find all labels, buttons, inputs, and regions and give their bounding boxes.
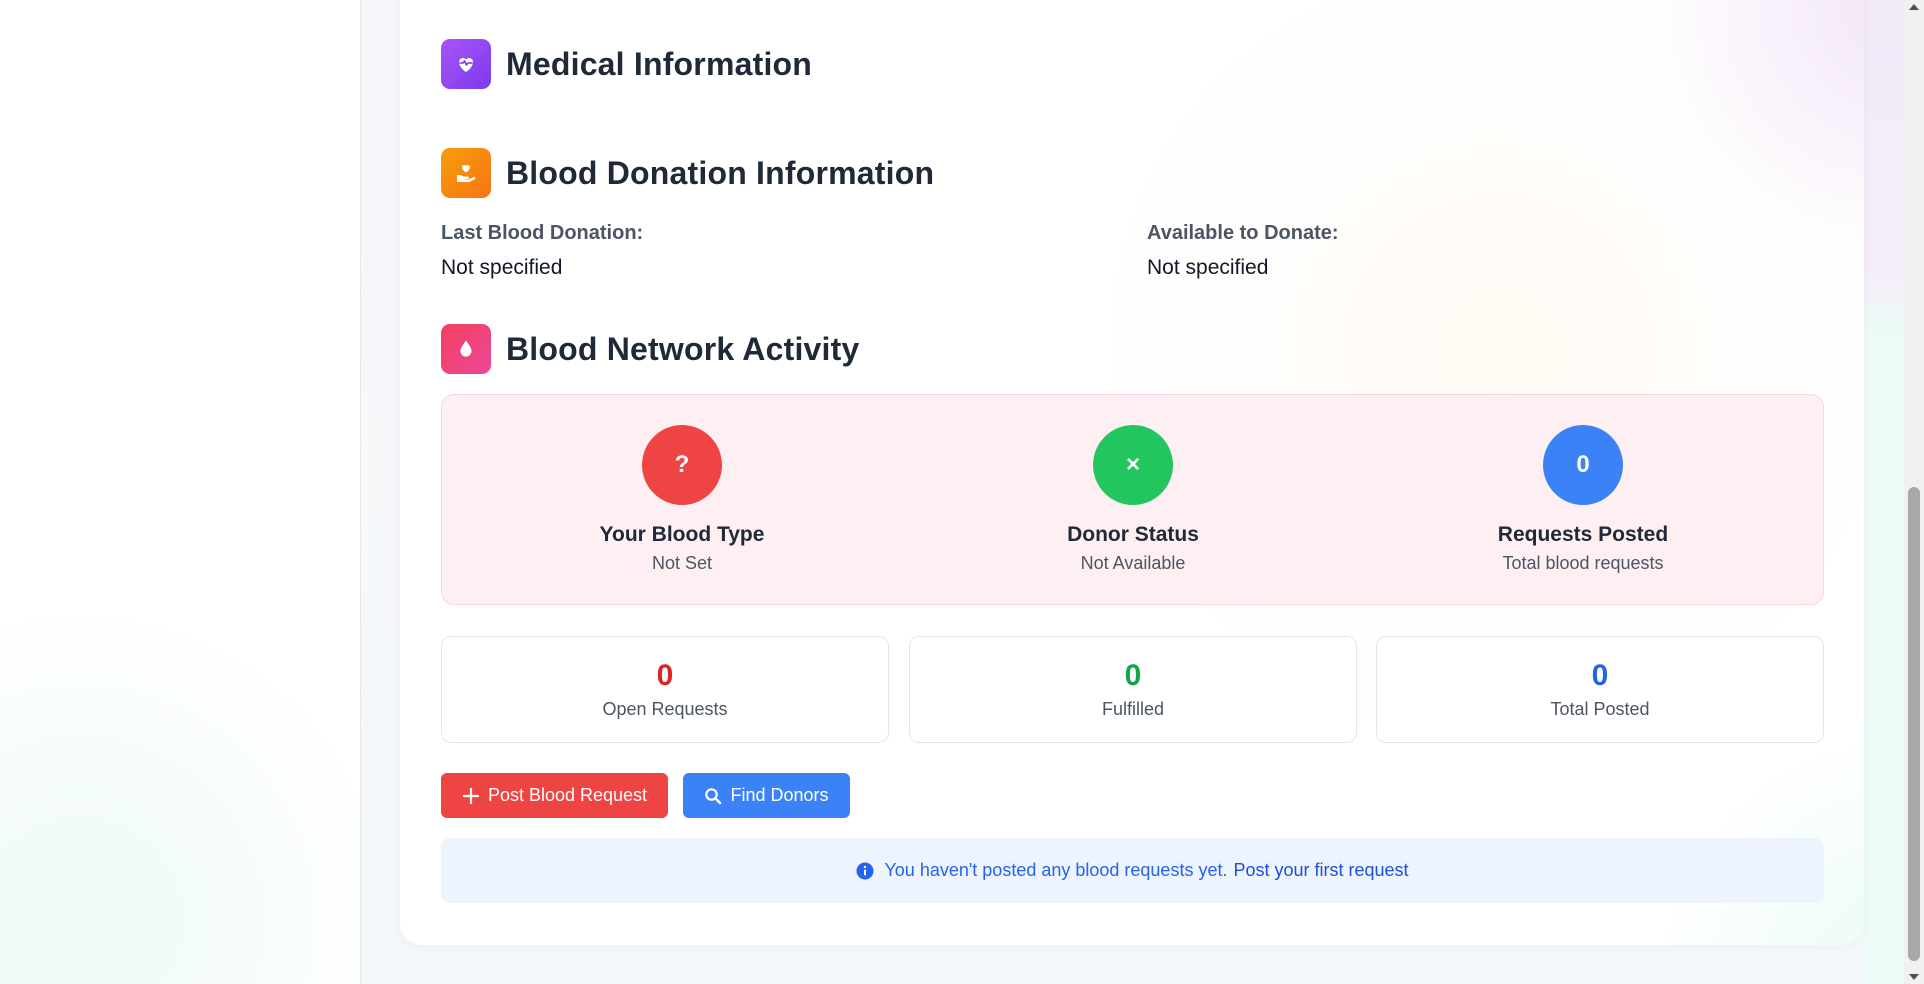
blood-type-stat: ? Your Blood Type Not Set xyxy=(532,425,832,574)
requests-posted-sub: Total blood requests xyxy=(1502,553,1664,573)
total-posted-label: Total Posted xyxy=(1550,699,1650,719)
total-posted-count: 0 xyxy=(1591,659,1609,692)
requests-posted-circle: 0 xyxy=(1543,425,1623,505)
activity-section-title: Blood Network Activity xyxy=(506,330,860,367)
post-first-request-link[interactable]: Post your first request xyxy=(1233,860,1408,881)
notice-text: You haven't posted any blood requests ye… xyxy=(884,860,1228,880)
open-requests-card: 0 Open Requests xyxy=(441,636,889,743)
activity-summary: ? Your Blood Type Not Set × Donor Status… xyxy=(441,394,1824,605)
fulfilled-label: Fulfilled xyxy=(1101,699,1165,719)
find-donors-label: Find Donors xyxy=(730,785,829,805)
blood-type-title: Your Blood Type xyxy=(599,523,765,546)
left-pane xyxy=(0,0,360,984)
donor-status-circle: × xyxy=(1093,425,1173,505)
post-blood-request-button[interactable]: Post Blood Request xyxy=(441,773,668,818)
outer-glow xyxy=(1864,0,1904,984)
post-blood-request-label: Post Blood Request xyxy=(487,785,648,805)
fulfilled-count: 0 xyxy=(1124,659,1142,692)
donor-status-title: Donor Status xyxy=(1067,523,1199,546)
find-donors-button[interactable]: Find Donors xyxy=(683,773,850,818)
donor-status-stat: × Donor Status Not Available xyxy=(983,425,1283,574)
requests-posted-stat: 0 Requests Posted Total blood requests xyxy=(1433,425,1733,574)
heart-pulse-icon xyxy=(441,39,491,89)
scroll-up-icon[interactable] xyxy=(1909,4,1919,10)
last-donation-label: Last Blood Donation: xyxy=(441,222,644,244)
available-value: Not specified xyxy=(1147,256,1269,279)
donation-section-header: Blood Donation Information xyxy=(441,148,934,198)
scroll-down-icon[interactable] xyxy=(1909,974,1919,980)
vertical-scrollbar[interactable] xyxy=(1904,0,1924,984)
hand-heart-icon xyxy=(441,148,491,198)
total-posted-card: 0 Total Posted xyxy=(1376,636,1824,743)
donation-section-title: Blood Donation Information xyxy=(506,154,935,191)
open-requests-label: Open Requests xyxy=(602,699,728,719)
medical-section-header: Medical Information xyxy=(441,39,812,89)
open-requests-count: 0 xyxy=(656,659,674,692)
info-icon xyxy=(856,862,874,879)
search-icon xyxy=(705,787,722,804)
blood-drop-icon xyxy=(441,324,491,374)
no-requests-notice: You haven't posted any blood requests ye… xyxy=(441,838,1824,903)
blood-type-value: Not Set xyxy=(651,553,713,573)
fulfilled-card: 0 Fulfilled xyxy=(909,636,1357,743)
plus-icon xyxy=(462,787,480,804)
requests-posted-title: Requests Posted xyxy=(1497,523,1669,546)
available-label: Available to Donate: xyxy=(1147,222,1339,244)
last-donation-value: Not specified xyxy=(441,256,563,279)
donor-status-value: Not Available xyxy=(1080,553,1186,573)
activity-section-header: Blood Network Activity xyxy=(441,324,859,374)
blood-type-circle: ? xyxy=(642,425,722,505)
medical-section-title: Medical Information xyxy=(506,45,813,82)
scrollbar-thumb[interactable] xyxy=(1908,487,1920,961)
